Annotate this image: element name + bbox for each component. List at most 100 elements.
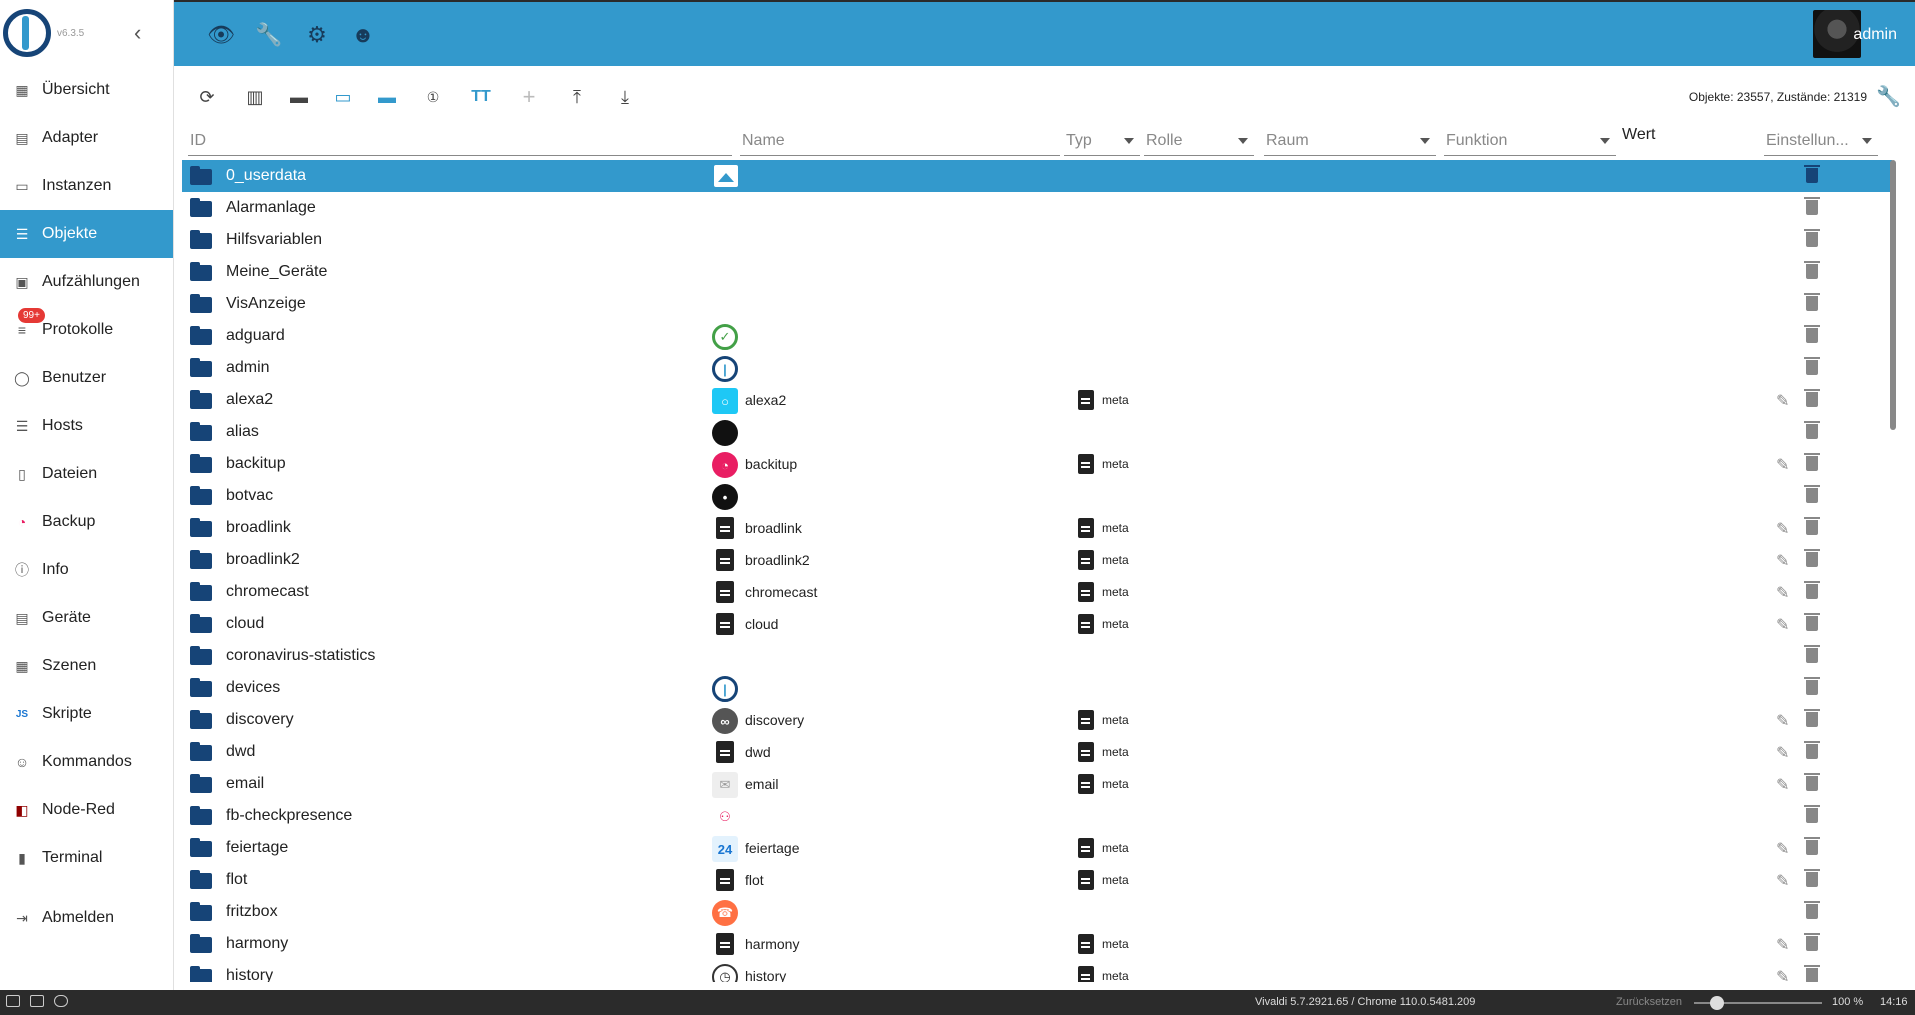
type-filter[interactable]: Typ (1064, 130, 1140, 156)
function-filter[interactable]: Funktion (1444, 130, 1616, 156)
folder-icon[interactable] (190, 614, 212, 633)
table-row[interactable]: alexa2 ○ alexa2 meta ✎ (182, 384, 1892, 416)
delete-icon[interactable] (1804, 741, 1820, 759)
table-row[interactable]: VisAnzeige (182, 288, 1892, 320)
delete-icon[interactable] (1804, 517, 1820, 535)
folder-icon[interactable] (190, 550, 212, 569)
folder-icon[interactable] (190, 262, 212, 281)
folder-icon[interactable] (190, 454, 212, 473)
edit-icon[interactable]: ✎ (1776, 743, 1789, 763)
delete-icon[interactable] (1804, 645, 1820, 663)
table-row[interactable]: Meine_Geräte (182, 256, 1892, 288)
sidebar-item-szenen[interactable]: ▦ Szenen (0, 642, 173, 690)
delete-icon[interactable] (1804, 389, 1820, 407)
sidebar-item-skripte[interactable]: JS Skripte (0, 690, 173, 738)
table-scrollbar[interactable] (1890, 160, 1896, 430)
folder-icon[interactable] (190, 870, 212, 889)
table-row[interactable]: botvac • (182, 480, 1892, 512)
sidebar-item-terminal[interactable]: ▮ Terminal (0, 834, 173, 882)
table-row[interactable]: broadlink broadlink meta ✎ (182, 512, 1892, 544)
eye-icon[interactable]: 👁 (207, 22, 235, 48)
zoom-slider-knob[interactable] (1710, 996, 1724, 1010)
upload-icon[interactable]: ⤒ (564, 84, 590, 110)
add-icon[interactable]: + (516, 84, 542, 110)
cloud-icon[interactable] (54, 995, 68, 1007)
panel-toggle-icon[interactable] (6, 995, 20, 1007)
name-filter[interactable]: Name (740, 130, 1060, 156)
folder-icon[interactable] (190, 742, 212, 761)
delete-icon[interactable] (1804, 485, 1820, 503)
sidebar-item-kommandos[interactable]: ☺ Kommandos (0, 738, 173, 786)
role-filter[interactable]: Rolle (1144, 130, 1254, 156)
delete-icon[interactable] (1804, 805, 1820, 823)
folder-icon[interactable] (190, 422, 212, 441)
username[interactable]: admin (1853, 26, 1897, 44)
delete-icon[interactable] (1804, 869, 1820, 887)
delete-icon[interactable] (1804, 901, 1820, 919)
table-row[interactable]: adguard ✓ (182, 320, 1892, 352)
sidebar-item-benutzer[interactable]: ◯ Benutzer (0, 354, 173, 402)
edit-icon[interactable]: ✎ (1776, 871, 1789, 891)
folder-open-icon[interactable]: ▭ (330, 84, 356, 110)
folder-icon[interactable]: ▬ (286, 84, 312, 110)
sidebar-item-dateien[interactable]: ▯ Dateien (0, 450, 173, 498)
edit-icon[interactable]: ✎ (1776, 775, 1789, 795)
table-settings-icon[interactable]: 🔧 (1876, 84, 1901, 109)
edit-icon[interactable]: ✎ (1776, 711, 1789, 731)
table-row[interactable]: flot flot meta ✎ (182, 864, 1892, 896)
delete-icon[interactable] (1804, 965, 1820, 982)
sidebar-item-übersicht[interactable]: ▦ Übersicht (0, 66, 173, 114)
delete-icon[interactable] (1804, 261, 1820, 279)
table-row[interactable]: chromecast chromecast meta ✎ (182, 576, 1892, 608)
folder-icon[interactable] (190, 166, 212, 185)
edit-icon[interactable]: ✎ (1776, 615, 1789, 635)
delete-icon[interactable] (1804, 677, 1820, 695)
table-row[interactable]: admin | (182, 352, 1892, 384)
table-row[interactable]: harmony harmony meta ✎ (182, 928, 1892, 960)
folder-icon[interactable] (190, 486, 212, 505)
delete-icon[interactable] (1804, 709, 1820, 727)
edit-icon[interactable]: ✎ (1776, 519, 1789, 539)
delete-icon[interactable] (1804, 933, 1820, 951)
table-row[interactable]: coronavirus-statistics (182, 640, 1892, 672)
expert-mode-icon[interactable]: ☻ (350, 22, 376, 48)
sidebar-item-instanzen[interactable]: ▭ Instanzen (0, 162, 173, 210)
folder-icon[interactable] (190, 198, 212, 217)
table-row[interactable]: broadlink2 broadlink2 meta ✎ (182, 544, 1892, 576)
delete-icon[interactable] (1804, 197, 1820, 215)
edit-icon[interactable]: ✎ (1776, 839, 1789, 859)
refresh-icon[interactable]: ⟳ (194, 84, 220, 110)
sidebar-item-aufzählungen[interactable]: ▣ Aufzählungen (0, 258, 173, 306)
folder-icon[interactable] (190, 326, 212, 345)
table-row[interactable]: fb-checkpresence ⚇ (182, 800, 1892, 832)
sidebar-item-protokolle[interactable]: ≡ Protokolle 99+ (0, 306, 173, 354)
table-row[interactable]: backitup ◔ backitup meta ✎ (182, 448, 1892, 480)
folder-icon[interactable] (190, 774, 212, 793)
delete-icon[interactable] (1804, 421, 1820, 439)
one-level-icon[interactable]: ① (420, 84, 446, 110)
delete-icon[interactable] (1804, 293, 1820, 311)
delete-icon[interactable] (1804, 165, 1820, 183)
table-row[interactable]: alias (182, 416, 1892, 448)
folder-icon[interactable] (190, 518, 212, 537)
delete-icon[interactable] (1804, 773, 1820, 791)
folder-icon[interactable] (190, 358, 212, 377)
table-row[interactable]: email ✉ email meta ✎ (182, 768, 1892, 800)
sidebar-item-info[interactable]: ⓘ Info (0, 546, 173, 594)
delete-icon[interactable] (1804, 837, 1820, 855)
wrench-icon[interactable]: 🔧 (255, 22, 282, 48)
room-filter[interactable]: Raum (1264, 130, 1436, 156)
delete-icon[interactable] (1804, 229, 1820, 247)
folder-icon[interactable] (190, 294, 212, 313)
settings-filter[interactable]: Einstellun... (1764, 130, 1878, 156)
sidebar-item-objekte[interactable]: ☰ Objekte (0, 210, 173, 258)
folder-icon[interactable] (190, 966, 212, 982)
table-row[interactable]: cloud cloud meta ✎ (182, 608, 1892, 640)
folder-icon[interactable] (190, 838, 212, 857)
delete-icon[interactable] (1804, 357, 1820, 375)
folder-icon[interactable] (190, 710, 212, 729)
edit-icon[interactable]: ✎ (1776, 935, 1789, 955)
table-row[interactable]: discovery ∞ discovery meta ✎ (182, 704, 1892, 736)
sidebar-item-backup[interactable]: ◔ Backup (0, 498, 173, 546)
folder-icon[interactable] (190, 646, 212, 665)
